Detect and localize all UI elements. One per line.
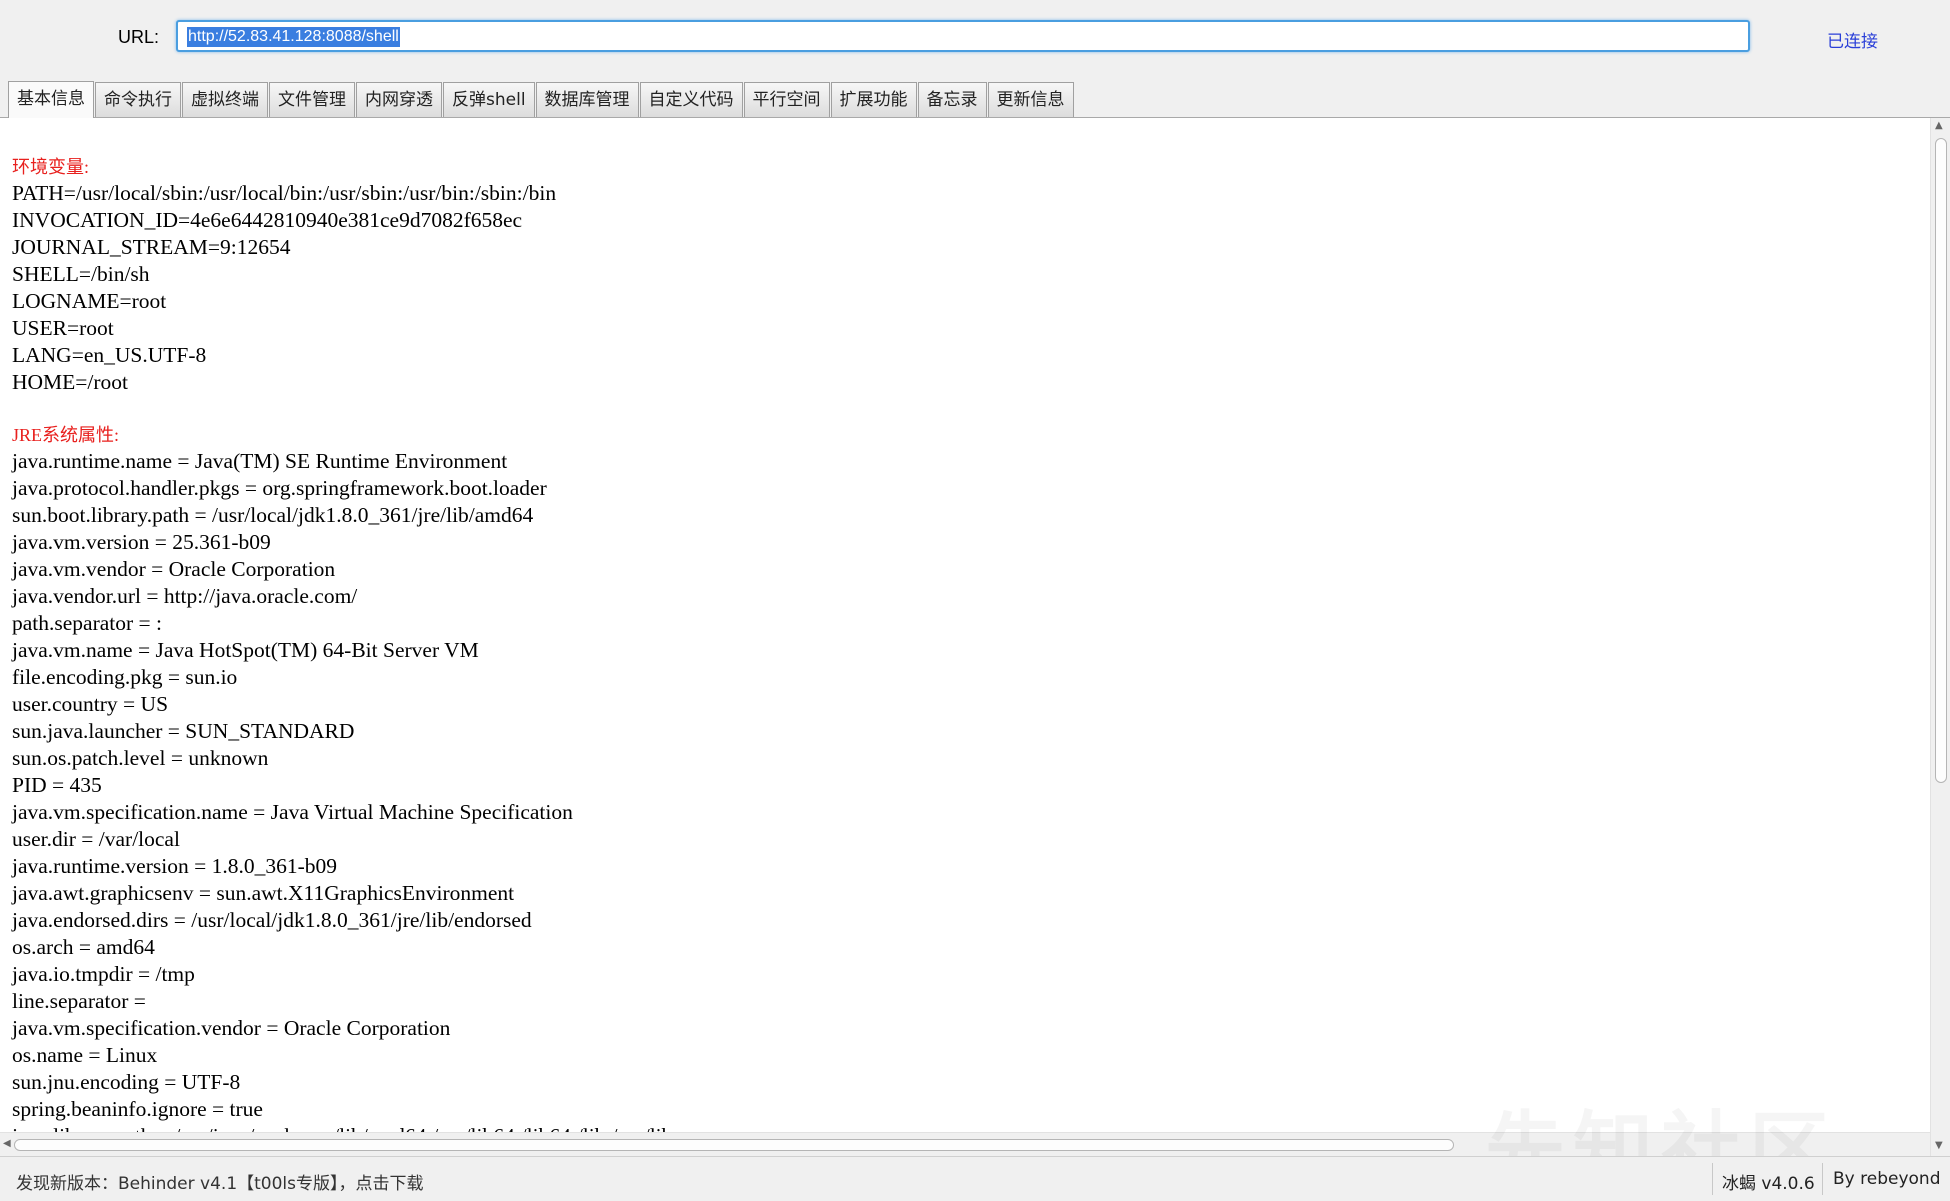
horizontal-scrollbar[interactable]: ◀ xyxy=(0,1132,1930,1156)
info-line: java.runtime.version = 1.8.0_361-b09 xyxy=(12,854,338,878)
tab-10[interactable]: 扩展功能 xyxy=(830,82,917,117)
url-label: URL: xyxy=(118,27,160,47)
url-input[interactable]: http://52.83.41.128:8088/shell xyxy=(176,20,1750,52)
info-line: LOGNAME=root xyxy=(12,289,167,313)
info-line: line.separator = xyxy=(12,989,152,1013)
jre-section-title: JRE系统属性: xyxy=(12,425,120,445)
scroll-down-icon[interactable]: ▼ xyxy=(1935,1140,1943,1152)
tab-bar: 基本信息 命令执行 虚拟终端 文件管理 内网穿透 反弹shell 数据库管理 自定义代码 平行空… xyxy=(0,76,1950,118)
version-label: 冰蝎 v4.0.6 xyxy=(1722,1174,1815,1194)
info-line: os.arch = amd64 xyxy=(12,935,155,959)
tab-11[interactable]: 备忘录 xyxy=(917,82,987,117)
info-line: sun.java.launcher = SUN_STANDARD xyxy=(12,719,355,743)
horizontal-scroll-thumb[interactable] xyxy=(14,1139,1454,1151)
info-line: PATH=/usr/local/sbin:/usr/local/bin:/usr… xyxy=(12,181,557,205)
env-section-title: 环境变量: xyxy=(12,157,90,177)
info-line: INVOCATION_ID=4e6e6442810940e381ce9d7082… xyxy=(12,208,523,232)
info-line: sun.os.patch.level = unknown xyxy=(12,746,269,770)
info-line: java.vendor.url = http://java.oracle.com… xyxy=(12,584,358,608)
info-line: java.endorsed.dirs = /usr/local/jdk1.8.0… xyxy=(12,908,532,932)
tab-12[interactable]: 更新信息 xyxy=(987,82,1074,117)
tab-list: 基本信息 命令执行 虚拟终端 文件管理 内网穿透 反弹shell 数据库管理 自定义代码 平行空… xyxy=(8,81,1075,118)
info-line: HOME=/root xyxy=(12,370,129,394)
tab-2[interactable]: 命令执行 xyxy=(95,82,181,117)
info-line: sun.boot.library.path = /usr/local/jdk1.… xyxy=(12,503,534,527)
tab-6[interactable]: 反弹shell xyxy=(443,82,535,117)
tab-3[interactable]: 虚拟终端 xyxy=(182,82,268,117)
info-line: java.awt.graphicsenv = sun.awt.X11Graphi… xyxy=(12,881,515,905)
info-line: java.library.path = /usr/java/packages/l… xyxy=(12,1123,1930,1132)
url-value[interactable]: http://52.83.41.128:8088/shell xyxy=(187,27,400,47)
tab-8[interactable]: 自定义代码 xyxy=(639,82,743,117)
status-divider xyxy=(1712,1163,1713,1195)
info-line: path.separator = : xyxy=(12,611,163,635)
info-line: sun.jnu.encoding = UTF-8 xyxy=(12,1070,241,1094)
info-line: java.vm.specification.name = Java Virtua… xyxy=(12,800,573,824)
info-line: spring.beaninfo.ignore = true xyxy=(12,1097,263,1121)
update-notice-link[interactable]: 发现新版本：Behinder v4.1【t00ls专版】，点击下载 xyxy=(16,1169,424,1194)
info-line: LANG=en_US.UTF-8 xyxy=(12,343,207,367)
info-line: user.dir = /var/local xyxy=(12,827,180,851)
info-line: PID = 435 xyxy=(12,773,102,797)
vertical-scroll-thumb[interactable] xyxy=(1935,138,1947,783)
info-line: java.vm.specification.vendor = Oracle Co… xyxy=(12,1016,451,1040)
tab-9[interactable]: 平行空间 xyxy=(743,82,830,117)
scroll-up-icon[interactable]: ▲ xyxy=(1935,120,1943,132)
tab-7[interactable]: 数据库管理 xyxy=(535,82,639,117)
info-line: java.vm.vendor = Oracle Corporation xyxy=(12,557,336,581)
info-line: SHELL=/bin/sh xyxy=(12,262,150,286)
tab-4[interactable]: 文件管理 xyxy=(269,82,355,117)
jre-list: java.runtime.name = Java(TM) SE Runtime … xyxy=(12,448,1930,1132)
info-line: java.vm.name = Java HotSpot(TM) 64-Bit S… xyxy=(12,638,479,662)
info-line: java.runtime.name = Java(TM) SE Runtime … xyxy=(12,449,508,473)
info-line: java.vm.version = 25.361-b09 xyxy=(12,530,271,554)
info-line: user.country = US xyxy=(12,692,169,716)
info-line: os.name = Linux xyxy=(12,1043,158,1067)
info-line: java.protocol.handler.pkgs = org.springf… xyxy=(12,476,547,500)
vertical-scrollbar[interactable]: ▲ ▼ xyxy=(1930,118,1950,1156)
scroll-left-icon[interactable]: ◀ xyxy=(3,1138,11,1149)
connection-status: 已连接 xyxy=(1827,32,1878,52)
tab-5[interactable]: 内网穿透 xyxy=(356,82,442,117)
tab-1[interactable]: 基本信息 xyxy=(8,81,94,118)
url-bar: URL: http://52.83.41.128:8088/shell 已连接 xyxy=(0,0,1950,76)
status-divider xyxy=(1822,1163,1823,1195)
info-line: java.io.tmpdir = /tmp xyxy=(12,962,195,986)
info-panel: 环境变量: PATH=/usr/local/sbin:/usr/local/bi… xyxy=(0,118,1930,1132)
env-list: PATH=/usr/local/sbin:/usr/local/bin:/usr… xyxy=(12,180,1930,396)
info-line: JOURNAL_STREAM=9:12654 xyxy=(12,235,291,259)
info-line: USER=root xyxy=(12,316,114,340)
info-line: file.encoding.pkg = sun.io xyxy=(12,665,238,689)
author-label: By rebeyond xyxy=(1833,1169,1941,1189)
status-bar: 发现新版本：Behinder v4.1【t00ls专版】，点击下载 冰蝎 v4.… xyxy=(0,1156,1950,1200)
